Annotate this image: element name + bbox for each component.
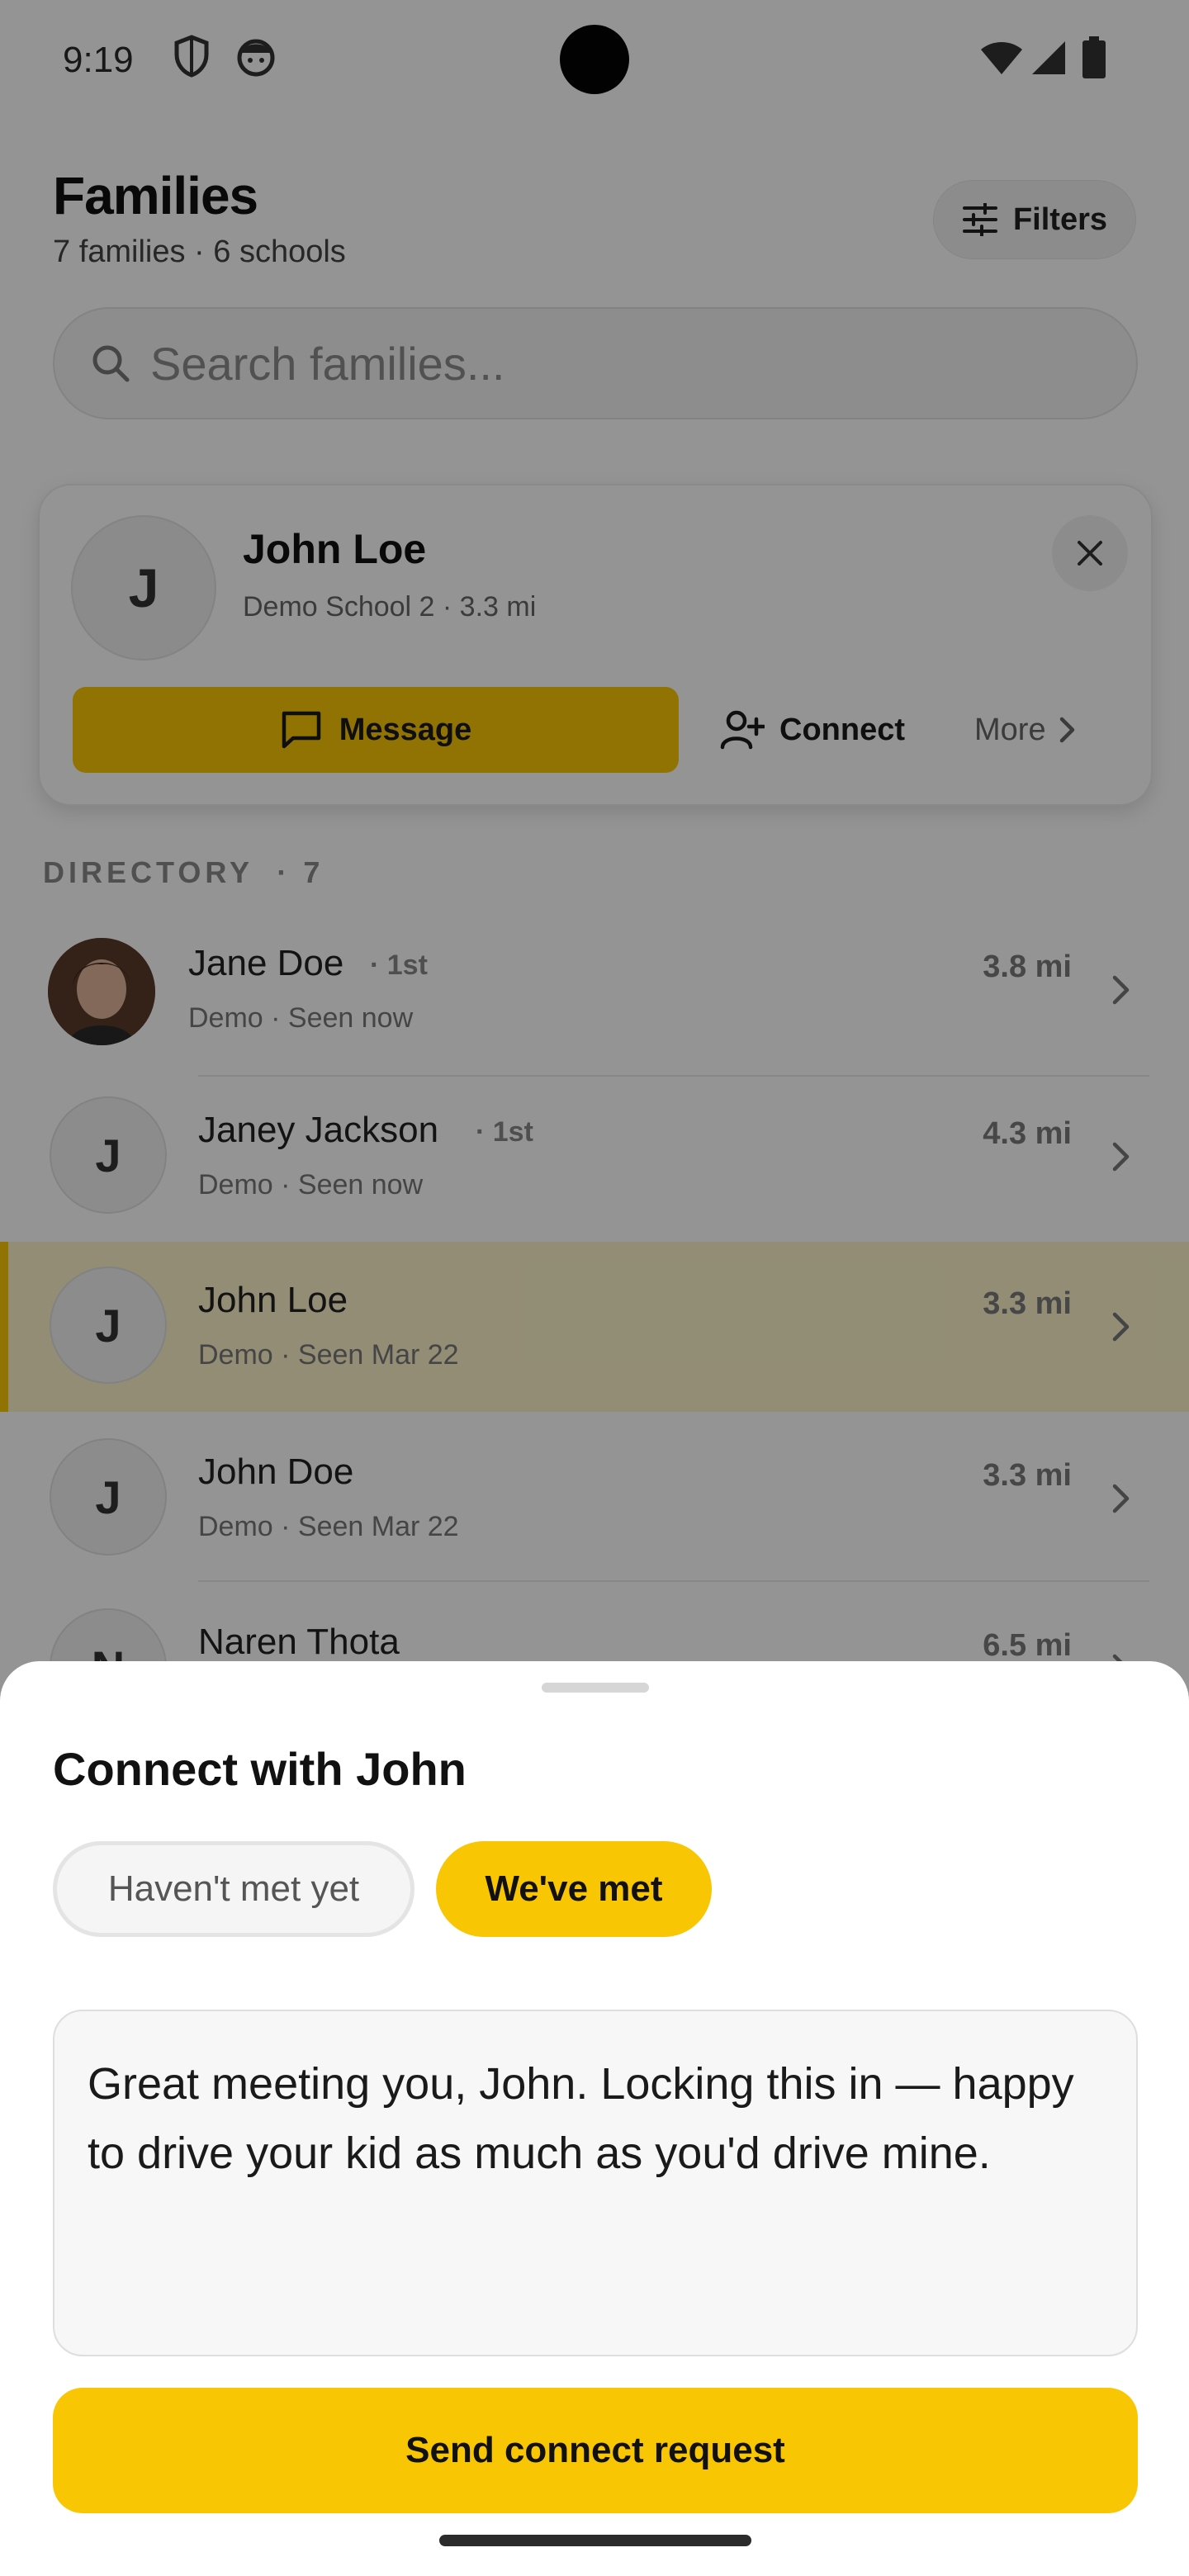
- connect-bottom-sheet: Connect with John Haven't met yet We've …: [0, 1661, 1189, 2576]
- home-indicator[interactable]: [439, 2535, 751, 2546]
- connect-message-input[interactable]: Great meeting you, John. Locking this in…: [53, 2010, 1138, 2356]
- sheet-drag-handle[interactable]: [542, 1683, 649, 1693]
- option-havent-met[interactable]: Haven't met yet: [53, 1841, 414, 1937]
- send-connect-request-button[interactable]: Send connect request: [53, 2388, 1138, 2513]
- option-weve-met[interactable]: We've met: [436, 1841, 712, 1937]
- sheet-title: Connect with John: [53, 1743, 467, 1795]
